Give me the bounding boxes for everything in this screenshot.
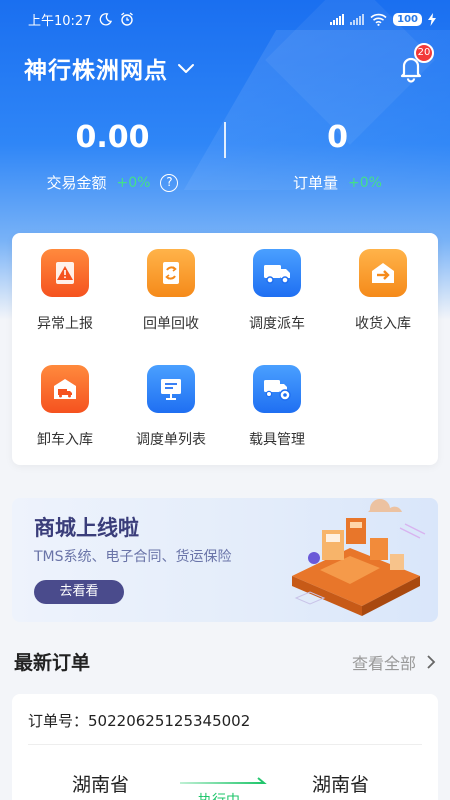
receipt-recycle-icon <box>147 249 195 297</box>
status-time: 上午10:27 <box>28 13 92 29</box>
grid-item-unload-storage[interactable]: 卸车入库 <box>12 365 118 449</box>
alarm-icon <box>121 12 134 26</box>
warning-icon <box>41 249 89 297</box>
order-number-label: 订单号： <box>28 712 89 730</box>
latest-orders-title: 最新订单 <box>14 652 91 674</box>
order-card[interactable]: 订单号：50220625125345002 湖南省 执行中 湖南省 <box>12 694 438 800</box>
transaction-amount-change: +0% <box>116 174 151 191</box>
grid-item-label: 调度单列表 <box>136 432 206 448</box>
order-count-stat: 0 订单量 +0% <box>225 118 450 193</box>
grid-item-exception-report[interactable]: 异常上报 <box>12 249 118 333</box>
banner-title: 商城上线啦 <box>34 516 139 540</box>
grid-item-vehicle-management[interactable]: 载具管理 <box>224 365 330 449</box>
chevron-right-icon <box>427 655 436 669</box>
view-all-label: 查看全部 <box>351 654 416 673</box>
grid-item-label: 收货入库 <box>355 316 411 332</box>
chevron-down-icon[interactable] <box>176 58 196 78</box>
order-destination: 湖南省 <box>312 774 370 796</box>
warehouse-in-icon <box>359 249 407 297</box>
wifi-icon <box>370 13 387 26</box>
grid-item-dispatch-list[interactable]: 调度单列表 <box>118 365 224 449</box>
banner-subtitle: TMS系统、电子合同、货运保险 <box>34 549 232 565</box>
unload-truck-icon <box>41 365 89 413</box>
route-arrow-icon <box>180 777 267 784</box>
banner-view-button[interactable]: 去看看 <box>34 580 124 604</box>
vehicle-settings-icon <box>253 365 301 413</box>
help-icon[interactable]: ? <box>160 173 179 192</box>
grid-item-label: 异常上报 <box>37 316 93 332</box>
charging-icon <box>428 12 436 26</box>
cellular-signal-icon <box>350 13 365 25</box>
grid-item-dispatch-vehicle[interactable]: 调度派车 <box>224 249 330 333</box>
dispatch-list-icon <box>147 365 195 413</box>
grid-item-label: 调度派车 <box>249 316 305 332</box>
function-grid: 异常上报 回单回收 调度派车 收货入库 卸车入库 调度单列表 载具管理 <box>12 233 438 465</box>
order-origin: 湖南省 <box>72 774 130 796</box>
order-count-value: 0 <box>327 120 348 155</box>
station-selector[interactable]: 神行株洲网点 <box>24 51 168 85</box>
order-count-label: 订单量 <box>293 174 339 192</box>
app-header: 神行株洲网点 20 <box>24 43 434 88</box>
truck-icon <box>253 249 301 297</box>
mall-promo-banner[interactable]: 商城上线啦 TMS系统、电子合同、货运保险 去看看 <box>12 498 438 622</box>
moon-icon <box>100 12 113 25</box>
cellular-signal-icon <box>330 13 345 25</box>
notification-button[interactable]: 20 <box>396 43 434 83</box>
grid-item-label: 载具管理 <box>249 432 305 448</box>
transaction-amount-value: 0.00 <box>75 120 150 155</box>
grid-item-receipt-recycle[interactable]: 回单回收 <box>118 249 224 333</box>
transaction-amount-stat: 0.00 交易金额 +0% ? <box>0 118 225 193</box>
transaction-amount-label: 交易金额 <box>46 174 107 192</box>
stats-panel: 0.00 交易金额 +0% ? 0 订单量 +0% <box>0 118 450 198</box>
grid-item-receiving-storage[interactable]: 收货入库 <box>330 249 436 333</box>
order-status: 执行中 <box>198 790 240 800</box>
view-all-link[interactable]: 查看全部 <box>352 650 436 674</box>
notification-badge: 20 <box>414 43 434 63</box>
battery-indicator: 100 <box>393 12 422 26</box>
status-bar: 上午10:27 100 <box>0 0 450 38</box>
grid-item-label: 回单回收 <box>143 316 199 332</box>
divider <box>28 744 422 745</box>
order-count-change: +0% <box>348 174 382 191</box>
order-number: 订单号：50220625125345002 <box>28 710 250 731</box>
shopping-illustration-icon <box>292 498 426 616</box>
order-number-value: 50220625125345002 <box>88 712 251 730</box>
grid-item-label: 卸车入库 <box>37 432 93 448</box>
